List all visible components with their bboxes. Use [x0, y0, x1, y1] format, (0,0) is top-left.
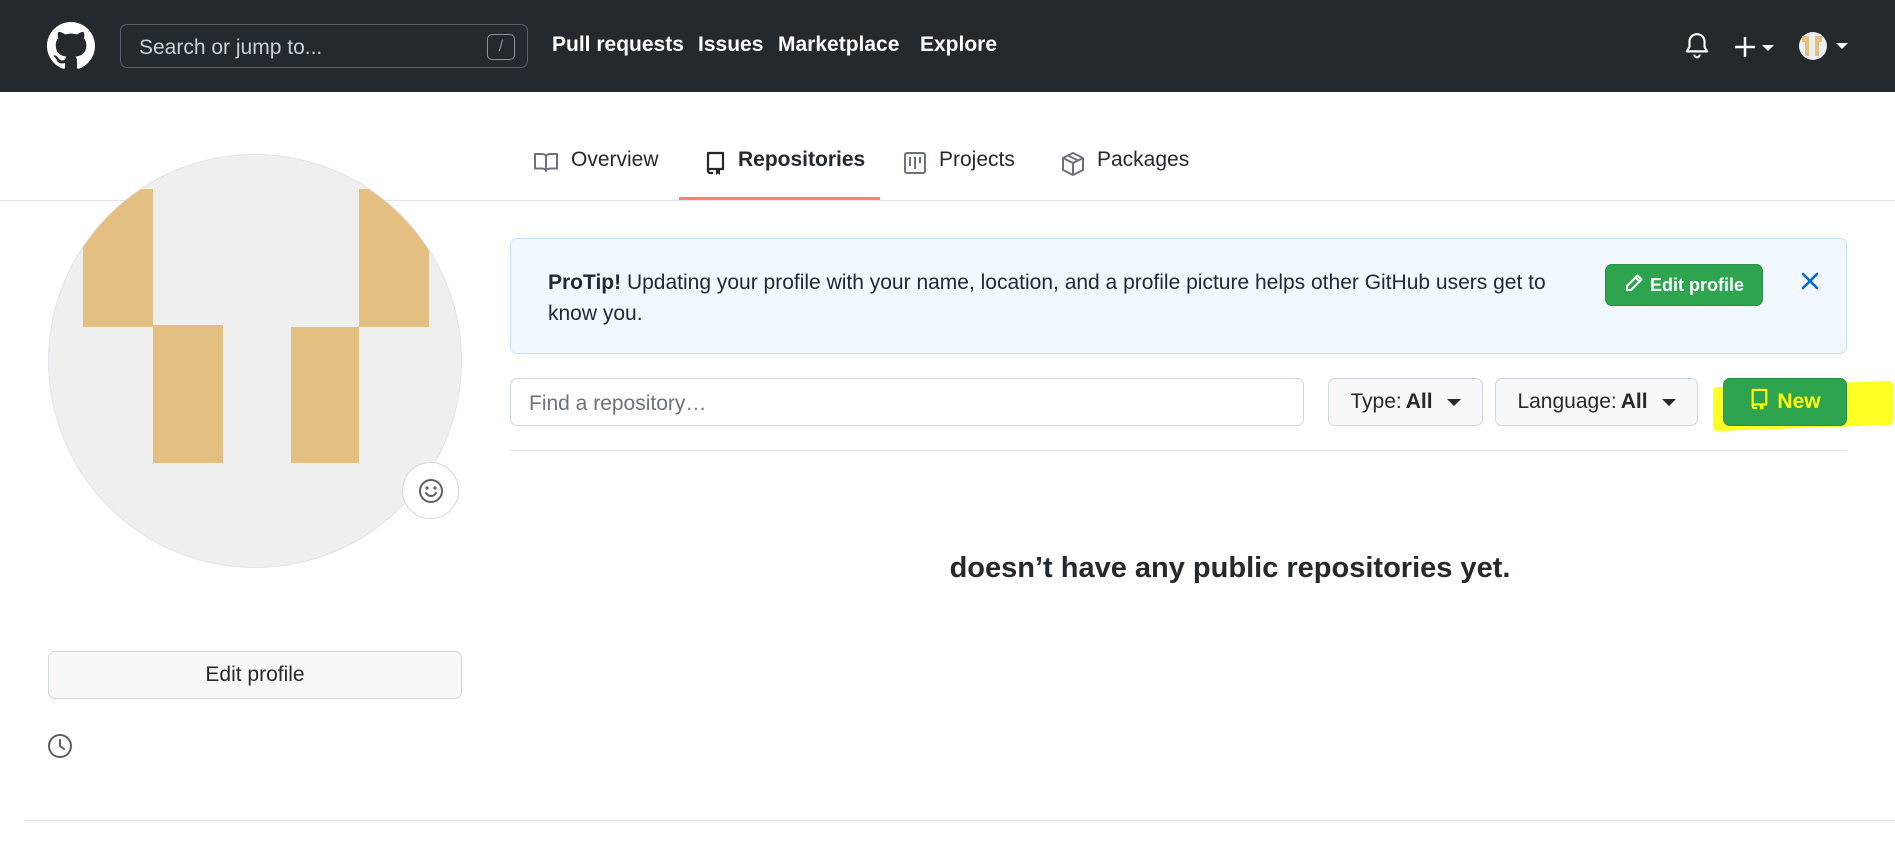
package-icon: [1061, 151, 1085, 183]
language-filter-value: All: [1620, 390, 1648, 413]
type-filter-label: Type:: [1350, 390, 1402, 413]
profile-avatar: [48, 154, 462, 568]
top-header: Search or jump to... / Pull requests Iss…: [0, 0, 1895, 92]
protip-banner: ProTip! Updating your profile with your …: [510, 238, 1847, 354]
nav-marketplace[interactable]: Marketplace: [778, 33, 899, 57]
header-search-input[interactable]: Search or jump to... /: [120, 24, 528, 68]
nav-pull-requests[interactable]: Pull requests: [552, 33, 684, 57]
footer-divider: [24, 820, 1895, 821]
nav-explore[interactable]: Explore: [920, 33, 997, 57]
user-avatar-menu[interactable]: [1798, 31, 1848, 66]
find-repository-input[interactable]: Find a repository…: [510, 378, 1304, 426]
protip-message: Updating your profile with your name, lo…: [548, 271, 1546, 325]
filter-row-divider: [510, 450, 1847, 451]
clock-icon: [47, 733, 73, 764]
tab-label: Packages: [1097, 148, 1190, 171]
type-filter-value: All: [1405, 390, 1433, 413]
search-shortcut-key: /: [487, 34, 515, 60]
tab-label: Projects: [939, 148, 1015, 171]
empty-state-message: doesn’t have any public repositories yet…: [949, 552, 1511, 584]
protip-text: ProTip! Updating your profile with your …: [548, 267, 1558, 329]
chevron-down-icon: [1661, 398, 1676, 406]
tab-packages[interactable]: Packages: [1061, 148, 1189, 200]
github-logo-icon[interactable]: [47, 22, 95, 70]
chevron-down-icon: [1446, 398, 1461, 406]
language-filter-dropdown[interactable]: Language: All: [1495, 378, 1698, 426]
language-filter-label: Language:: [1517, 390, 1617, 413]
protip-lead: ProTip!: [548, 271, 622, 294]
find-repository-placeholder: Find a repository…: [529, 392, 707, 415]
bell-icon[interactable]: [1684, 32, 1710, 65]
project-icon: [903, 151, 927, 181]
nav-issues[interactable]: Issues: [698, 33, 763, 57]
tab-label: Repositories: [738, 148, 866, 171]
book-icon: [533, 151, 559, 179]
pencil-icon: [1624, 273, 1644, 298]
protip-edit-profile-button[interactable]: Edit profile: [1605, 264, 1763, 306]
tab-projects[interactable]: Projects: [903, 148, 1015, 200]
sidebar-edit-profile-button[interactable]: Edit profile: [48, 651, 462, 699]
repo-icon: [704, 151, 726, 181]
tab-repositories[interactable]: Repositories: [679, 148, 880, 200]
tab-label: Overview: [571, 148, 659, 171]
plus-icon[interactable]: [1734, 35, 1780, 64]
protip-edit-profile-label: Edit profile: [1650, 274, 1744, 295]
set-status-button[interactable]: [402, 462, 459, 519]
new-repository-button[interactable]: New: [1723, 378, 1847, 426]
new-repository-label: New: [1777, 390, 1821, 413]
close-icon[interactable]: [1798, 269, 1822, 293]
type-filter-dropdown[interactable]: Type: All: [1328, 378, 1483, 426]
repo-icon: [1749, 388, 1769, 416]
smiley-icon: [418, 478, 443, 503]
tab-overview[interactable]: Overview: [533, 148, 659, 200]
header-search-placeholder: Search or jump to...: [139, 36, 323, 59]
